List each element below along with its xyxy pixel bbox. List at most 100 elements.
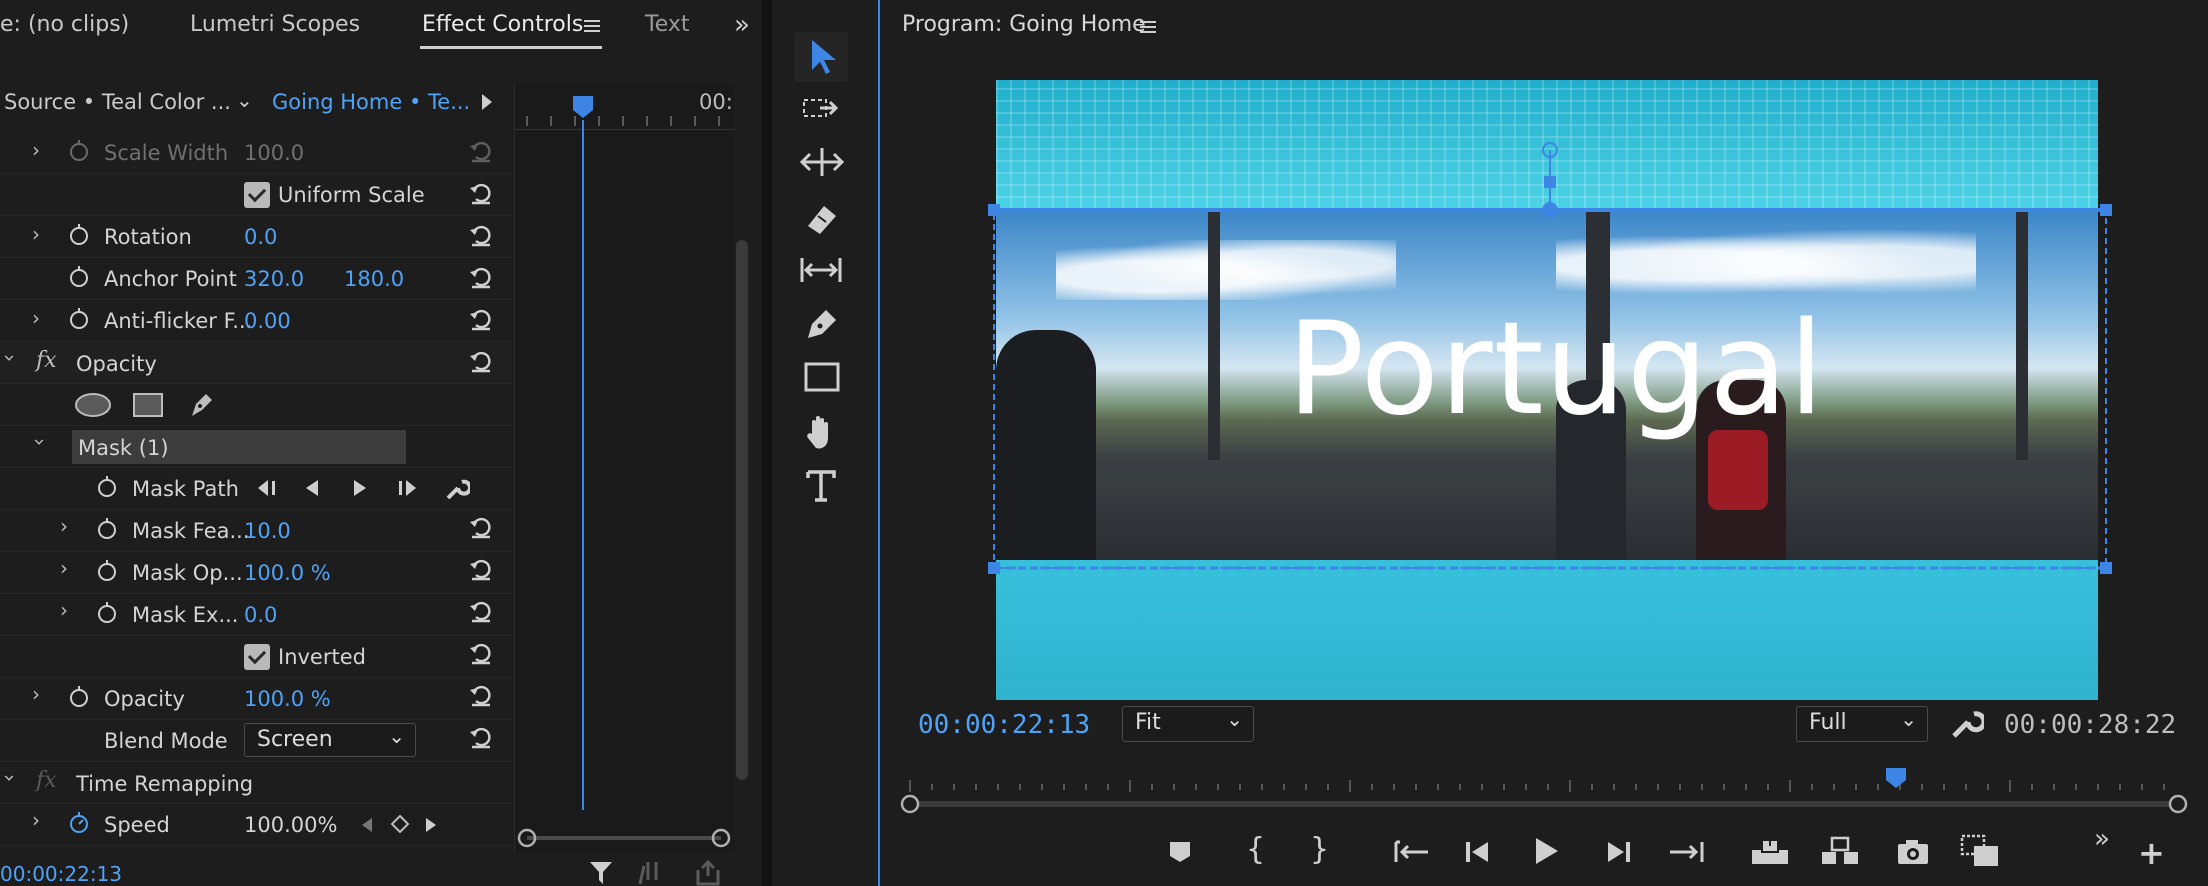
reset-icon[interactable] — [466, 136, 496, 166]
next-keyframe-icon[interactable] — [424, 816, 438, 834]
expand-chevron-icon[interactable]: › — [60, 556, 68, 580]
rectangle-tool-icon[interactable] — [804, 362, 840, 392]
audio-scrub-icon[interactable] — [638, 860, 666, 886]
panel-divider[interactable] — [762, 0, 772, 886]
expand-chevron-icon[interactable]: › — [60, 514, 68, 538]
step-back-icon[interactable] — [1464, 840, 1492, 864]
expand-chevron-icon[interactable]: › — [32, 682, 40, 706]
reset-icon[interactable] — [466, 304, 496, 334]
track-backward-one-frame-icon[interactable] — [254, 478, 278, 498]
track-forward-icon[interactable] — [350, 478, 370, 498]
tab-lumetri-scopes[interactable]: Lumetri Scopes — [190, 12, 360, 37]
sequence-clip-label[interactable]: Going Home • Te... — [272, 90, 470, 114]
rectangle-mask-icon[interactable] — [132, 392, 164, 418]
collapse-chevron-icon[interactable]: › — [0, 354, 22, 362]
play-triangle-icon[interactable] — [480, 92, 494, 112]
reset-icon[interactable] — [466, 554, 496, 584]
fx-badge[interactable]: fx — [36, 348, 57, 373]
reset-icon[interactable] — [466, 638, 496, 668]
program-panel-menu-icon[interactable] — [1140, 18, 1156, 36]
expand-chevron-icon[interactable]: › — [32, 222, 40, 246]
reset-icon[interactable] — [466, 220, 496, 250]
go-to-in-icon[interactable] — [1392, 838, 1430, 866]
lift-icon[interactable] — [1750, 836, 1790, 866]
stopwatch-icon[interactable] — [68, 138, 90, 162]
tab-text[interactable]: Text — [645, 12, 690, 37]
track-backward-icon[interactable] — [302, 478, 322, 498]
add-keyframe-icon[interactable] — [390, 814, 410, 834]
slip-tool-icon[interactable] — [798, 254, 844, 286]
play-icon[interactable] — [1532, 836, 1560, 866]
reset-icon[interactable] — [466, 262, 496, 292]
source-clip-label[interactable]: Source • Teal Color ... — [4, 90, 231, 114]
zoom-dropdown[interactable]: Fit ⌄ — [1122, 706, 1254, 742]
chevron-down-icon[interactable]: ⌄ — [236, 88, 253, 112]
anchor-point-y-value[interactable]: 180.0 — [344, 267, 404, 291]
collapse-chevron-icon[interactable]: › — [28, 438, 52, 446]
blend-mode-dropdown[interactable]: Screen ⌄ — [244, 723, 416, 757]
anchor-point-x-value[interactable]: 320.0 — [244, 267, 304, 291]
track-forward-one-frame-icon[interactable] — [396, 478, 420, 498]
mask-feather-value[interactable]: 10.0 — [244, 519, 291, 543]
wrench-icon[interactable] — [444, 474, 470, 502]
stopwatch-icon[interactable] — [68, 684, 90, 708]
tab-overflow-chevrons-icon[interactable]: » — [734, 10, 750, 40]
rotation-value[interactable]: 0.0 — [244, 225, 277, 249]
filter-icon[interactable] — [588, 860, 614, 886]
export-frame-icon[interactable] — [1896, 838, 1930, 866]
hand-tool-icon[interactable] — [802, 412, 842, 452]
export-icon[interactable] — [694, 860, 722, 886]
speed-value[interactable]: 100.00% — [244, 813, 337, 837]
stopwatch-icon[interactable] — [96, 558, 118, 582]
step-forward-icon[interactable] — [1604, 840, 1632, 864]
selection-tool-icon[interactable] — [808, 38, 838, 76]
mask-label[interactable]: Mask (1) — [78, 436, 169, 460]
reset-icon[interactable] — [466, 346, 496, 376]
collapse-chevron-icon[interactable]: › — [0, 774, 22, 782]
mask-expansion-value[interactable]: 0.0 — [244, 603, 277, 627]
expand-chevron-icon[interactable]: › — [32, 306, 40, 330]
mark-in-icon[interactable]: { — [1246, 832, 1265, 867]
pen-tool-icon[interactable] — [802, 306, 842, 342]
stopwatch-icon[interactable] — [68, 222, 90, 246]
playhead-marker-icon[interactable] — [571, 94, 595, 120]
stopwatch-icon[interactable] — [96, 600, 118, 624]
stopwatch-icon[interactable] — [68, 264, 90, 288]
mask-opacity-value[interactable]: 100.0 % — [244, 561, 331, 585]
scale-width-value[interactable]: 100.0 — [244, 141, 304, 165]
uniform-scale-checkbox[interactable] — [244, 182, 270, 208]
expand-chevron-icon[interactable]: › — [60, 598, 68, 622]
pen-mask-icon[interactable] — [186, 388, 216, 420]
reset-icon[interactable] — [466, 596, 496, 626]
previous-keyframe-icon[interactable] — [360, 816, 374, 834]
tab-effect-controls[interactable]: Effect Controls — [422, 12, 583, 37]
opacity-value[interactable]: 100.0 % — [244, 687, 331, 711]
program-current-timecode[interactable]: 00:00:22:13 — [918, 710, 1090, 740]
program-time-ruler[interactable] — [900, 768, 2190, 818]
button-editor-plus-icon[interactable]: + — [2138, 834, 2165, 872]
reset-icon[interactable] — [466, 512, 496, 542]
effect-controls-tab-menu-icon[interactable] — [584, 17, 600, 35]
stopwatch-icon[interactable] — [68, 306, 90, 330]
resolution-dropdown[interactable]: Full ⌄ — [1796, 706, 1928, 742]
stopwatch-icon[interactable] — [96, 516, 118, 540]
timeline-scrollbar[interactable] — [515, 824, 735, 852]
go-to-out-icon[interactable] — [1668, 838, 1706, 866]
footer-timecode[interactable]: 00:00:22:13 — [0, 862, 122, 886]
comparison-view-icon[interactable] — [1960, 834, 2000, 868]
reset-icon[interactable] — [466, 178, 496, 208]
stopwatch-icon[interactable] — [68, 810, 90, 834]
extract-icon[interactable] — [1820, 836, 1860, 866]
track-select-tool-icon[interactable] — [802, 96, 842, 126]
anti-flicker-value[interactable]: 0.00 — [244, 309, 291, 333]
ellipse-mask-icon[interactable] — [74, 392, 112, 418]
reset-icon[interactable] — [466, 722, 496, 752]
type-tool-icon[interactable] — [804, 468, 840, 504]
mark-out-icon[interactable]: } — [1310, 832, 1329, 867]
reset-icon[interactable] — [466, 680, 496, 710]
program-monitor-title[interactable]: Program: Going Home — [902, 12, 1146, 37]
razor-tool-icon[interactable] — [802, 200, 842, 234]
settings-wrench-icon[interactable] — [1950, 706, 1984, 740]
add-marker-icon[interactable] — [1168, 840, 1192, 864]
vertical-scrollbar[interactable] — [736, 240, 748, 780]
